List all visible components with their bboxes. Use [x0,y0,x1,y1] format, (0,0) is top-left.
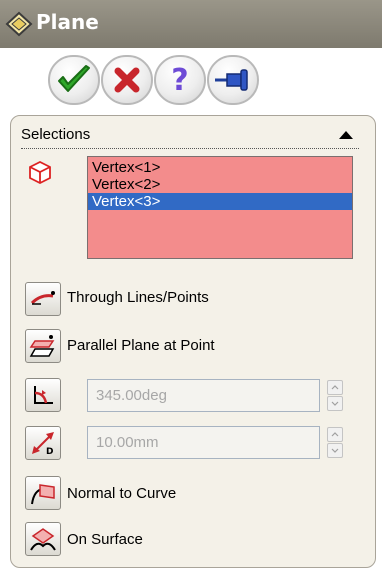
svg-text:?: ? [171,63,188,97]
selections-listbox[interactable]: Vertex<1> Vertex<2> Vertex<3> [87,156,353,259]
ok-button[interactable] [48,55,100,105]
x-icon [114,67,140,93]
property-panel: Selections Vertex<1> Vertex<2> Vertex<3>… [10,115,376,568]
on-surface-button[interactable] [25,522,61,556]
selections-group-title: Selections [21,126,91,143]
through-lines-points-label: Through Lines/Points [67,289,209,306]
chevron-up-icon [331,385,339,390]
normal-to-curve-button[interactable] [25,476,61,510]
spin-down-button[interactable] [327,396,343,411]
chevron-down-icon [331,401,339,406]
parallel-plane-icon [29,335,55,357]
window-title: Plane [36,10,99,34]
at-angle-button[interactable] [25,378,61,412]
through-lines-points-button[interactable] [25,282,61,316]
cancel-button[interactable] [101,55,153,105]
angle-spinner[interactable] [327,380,343,411]
through-lines-points-icon [30,291,55,305]
help-question-icon: ? [171,63,188,97]
normal-to-curve-icon [31,484,55,505]
list-item[interactable]: Vertex<1> [88,159,352,176]
plane-feature-icon [5,11,33,37]
list-item[interactable]: Vertex<2> [88,176,352,193]
spin-up-button[interactable] [327,427,343,442]
pushpin-icon [215,69,248,91]
distance-icon: D [32,432,54,456]
help-button[interactable]: ? [154,55,206,105]
svg-text:D: D [46,447,53,456]
group-divider [21,148,359,149]
angle-icon [34,386,53,404]
parallel-plane-at-point-label: Parallel Plane at Point [67,337,215,354]
distance-spinner[interactable] [327,427,343,458]
offset-distance-button[interactable]: D [25,426,61,460]
title-bar: Plane [0,0,382,48]
checkmark-icon [58,65,90,92]
spin-up-button[interactable] [327,380,343,395]
chevron-down-icon [331,448,339,453]
parallel-plane-at-point-button[interactable] [25,329,61,363]
keep-visible-button[interactable] [207,55,259,105]
normal-to-curve-label: Normal to Curve [67,485,177,502]
list-item[interactable]: Vertex<3> [88,193,352,210]
on-surface-icon [30,528,56,551]
spin-down-button[interactable] [327,443,343,458]
angle-field[interactable]: 345.00deg [87,379,320,412]
chevron-up-icon [331,432,339,437]
on-surface-label: On Surface [67,531,143,548]
offset-distance-field[interactable]: 10.00mm [87,426,320,459]
vertex-selection-icon [29,160,51,184]
collapse-arrow-icon[interactable] [337,129,355,141]
